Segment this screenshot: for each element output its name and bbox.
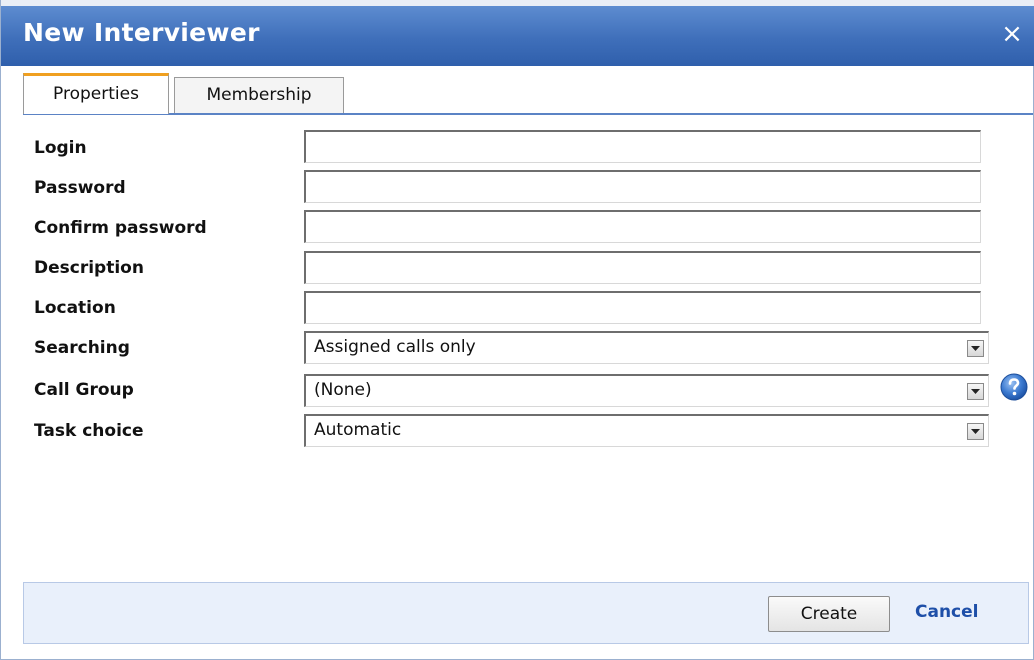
task-choice-select[interactable]: Automatic xyxy=(304,414,989,447)
call-group-label: Call Group xyxy=(34,380,134,400)
confirm-password-label: Confirm password xyxy=(34,218,207,238)
create-button[interactable]: Create xyxy=(768,596,890,632)
tab-bar: Properties Membership xyxy=(23,73,1033,114)
description-field[interactable] xyxy=(304,251,981,284)
password-label: Password xyxy=(34,178,126,198)
cancel-link[interactable]: Cancel xyxy=(915,602,978,622)
task-choice-value: Automatic xyxy=(314,420,402,440)
login-label: Login xyxy=(34,138,87,158)
call-group-value: (None) xyxy=(314,380,372,400)
searching-value: Assigned calls only xyxy=(314,337,476,357)
chevron-down-icon[interactable] xyxy=(967,423,984,440)
tab-divider xyxy=(23,113,1033,115)
chevron-down-icon[interactable] xyxy=(967,340,984,357)
login-field[interactable] xyxy=(304,130,981,163)
dialog-title-bar[interactable]: New Interviewer × xyxy=(1,0,1034,66)
searching-label: Searching xyxy=(34,338,130,358)
help-icon[interactable] xyxy=(999,372,1029,402)
tab-properties[interactable]: Properties xyxy=(23,73,169,114)
dialog-title: New Interviewer xyxy=(23,18,260,47)
password-field[interactable] xyxy=(304,170,981,203)
searching-select[interactable]: Assigned calls only xyxy=(304,331,989,364)
task-choice-label: Task choice xyxy=(34,421,144,441)
tab-membership[interactable]: Membership xyxy=(174,77,344,113)
new-interviewer-dialog: New Interviewer × Properties Membership … xyxy=(0,0,1034,660)
description-label: Description xyxy=(34,258,144,278)
location-label: Location xyxy=(34,298,116,318)
dialog-footer: Create Cancel xyxy=(23,582,1029,644)
close-icon[interactable]: × xyxy=(999,20,1025,48)
chevron-down-icon[interactable] xyxy=(967,383,984,400)
confirm-password-field[interactable] xyxy=(304,210,981,243)
location-field[interactable] xyxy=(304,291,981,324)
call-group-select[interactable]: (None) xyxy=(304,374,989,407)
